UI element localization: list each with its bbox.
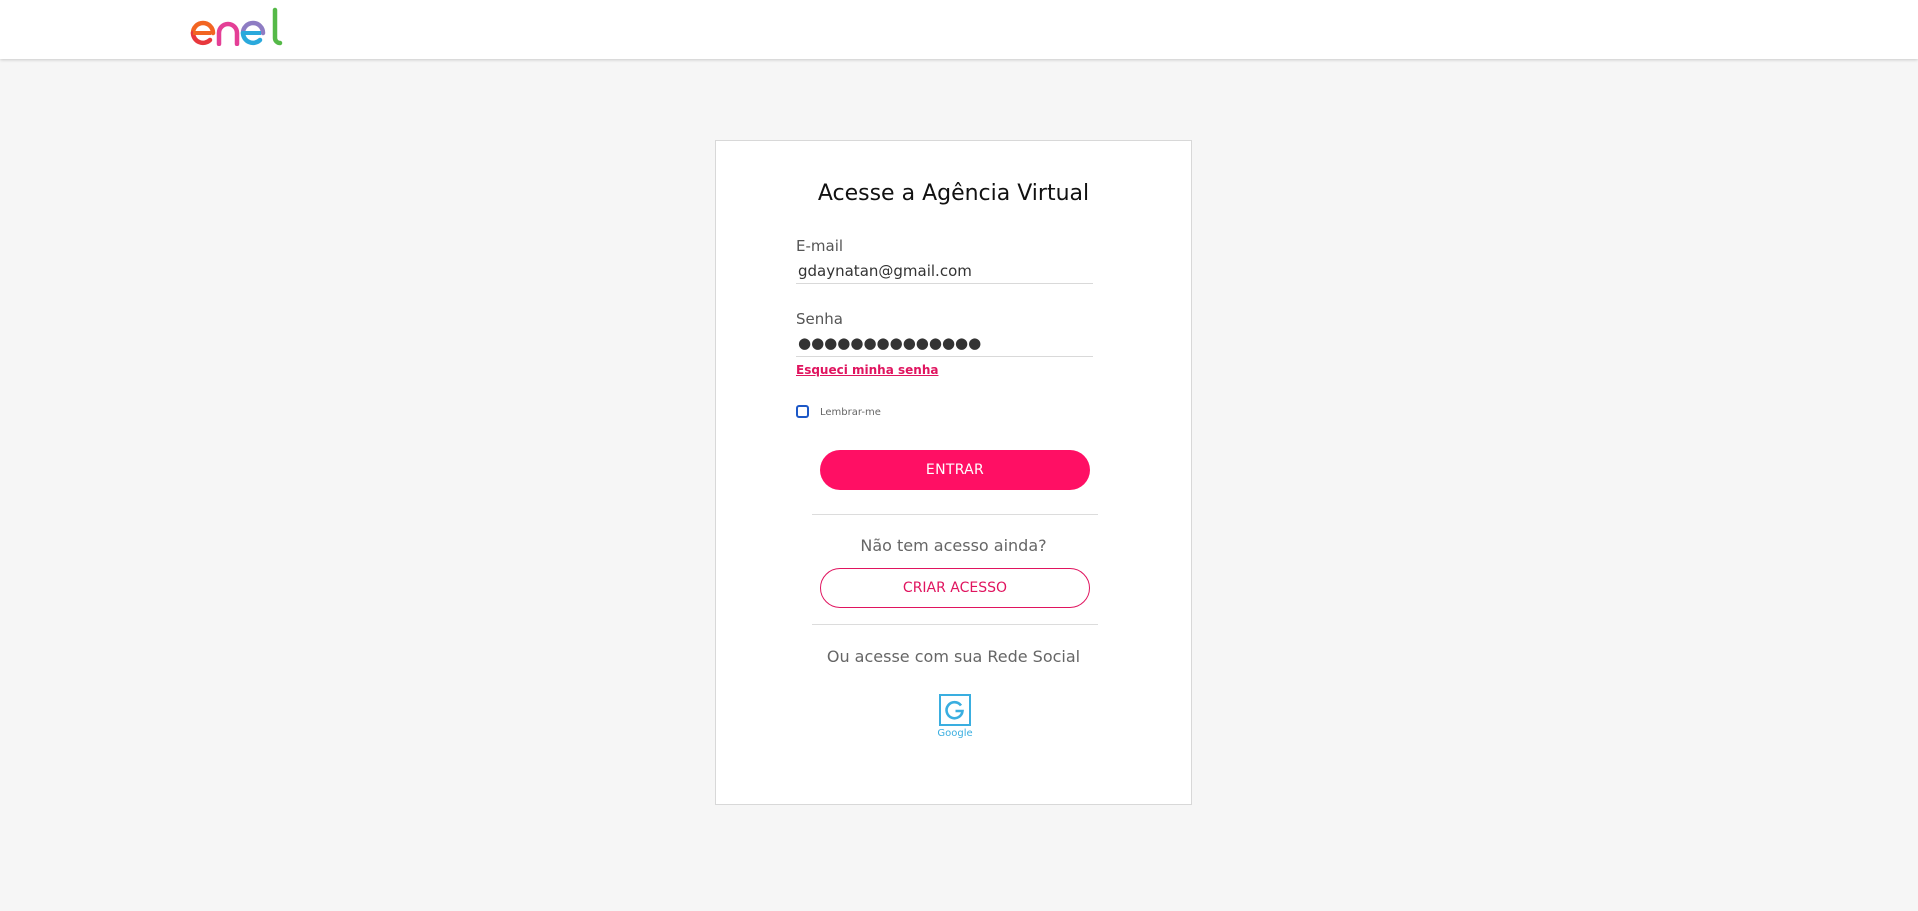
google-icon: [939, 694, 971, 726]
page-title: Acesse a Agência Virtual: [817, 181, 1090, 206]
social-login-text: Ou acesse com sua Rede Social: [826, 647, 1081, 666]
enter-button[interactable]: ENTRAR: [820, 450, 1090, 490]
login-card: Acesse a Agência Virtual E-mail Senha ●●…: [715, 140, 1192, 805]
google-login-button[interactable]: Google: [936, 694, 974, 742]
email-field[interactable]: [796, 258, 1093, 284]
no-access-text: Não tem acesso ainda?: [860, 536, 1047, 555]
remember-label: Lembrar-me: [820, 407, 881, 418]
forgot-password-link[interactable]: Esqueci minha senha: [796, 363, 938, 377]
email-label: E-mail: [796, 237, 844, 255]
top-bar: [0, 0, 1918, 59]
google-label: Google: [937, 728, 973, 739]
password-label: Senha: [796, 310, 843, 328]
password-value: ●●●●●●●●●●●●●●: [798, 334, 982, 352]
divider: [812, 624, 1098, 625]
create-access-button[interactable]: CRIAR ACESSO: [820, 568, 1090, 608]
enel-logo[interactable]: [189, 6, 289, 47]
remember-checkbox[interactable]: [796, 405, 809, 418]
divider: [812, 514, 1098, 515]
